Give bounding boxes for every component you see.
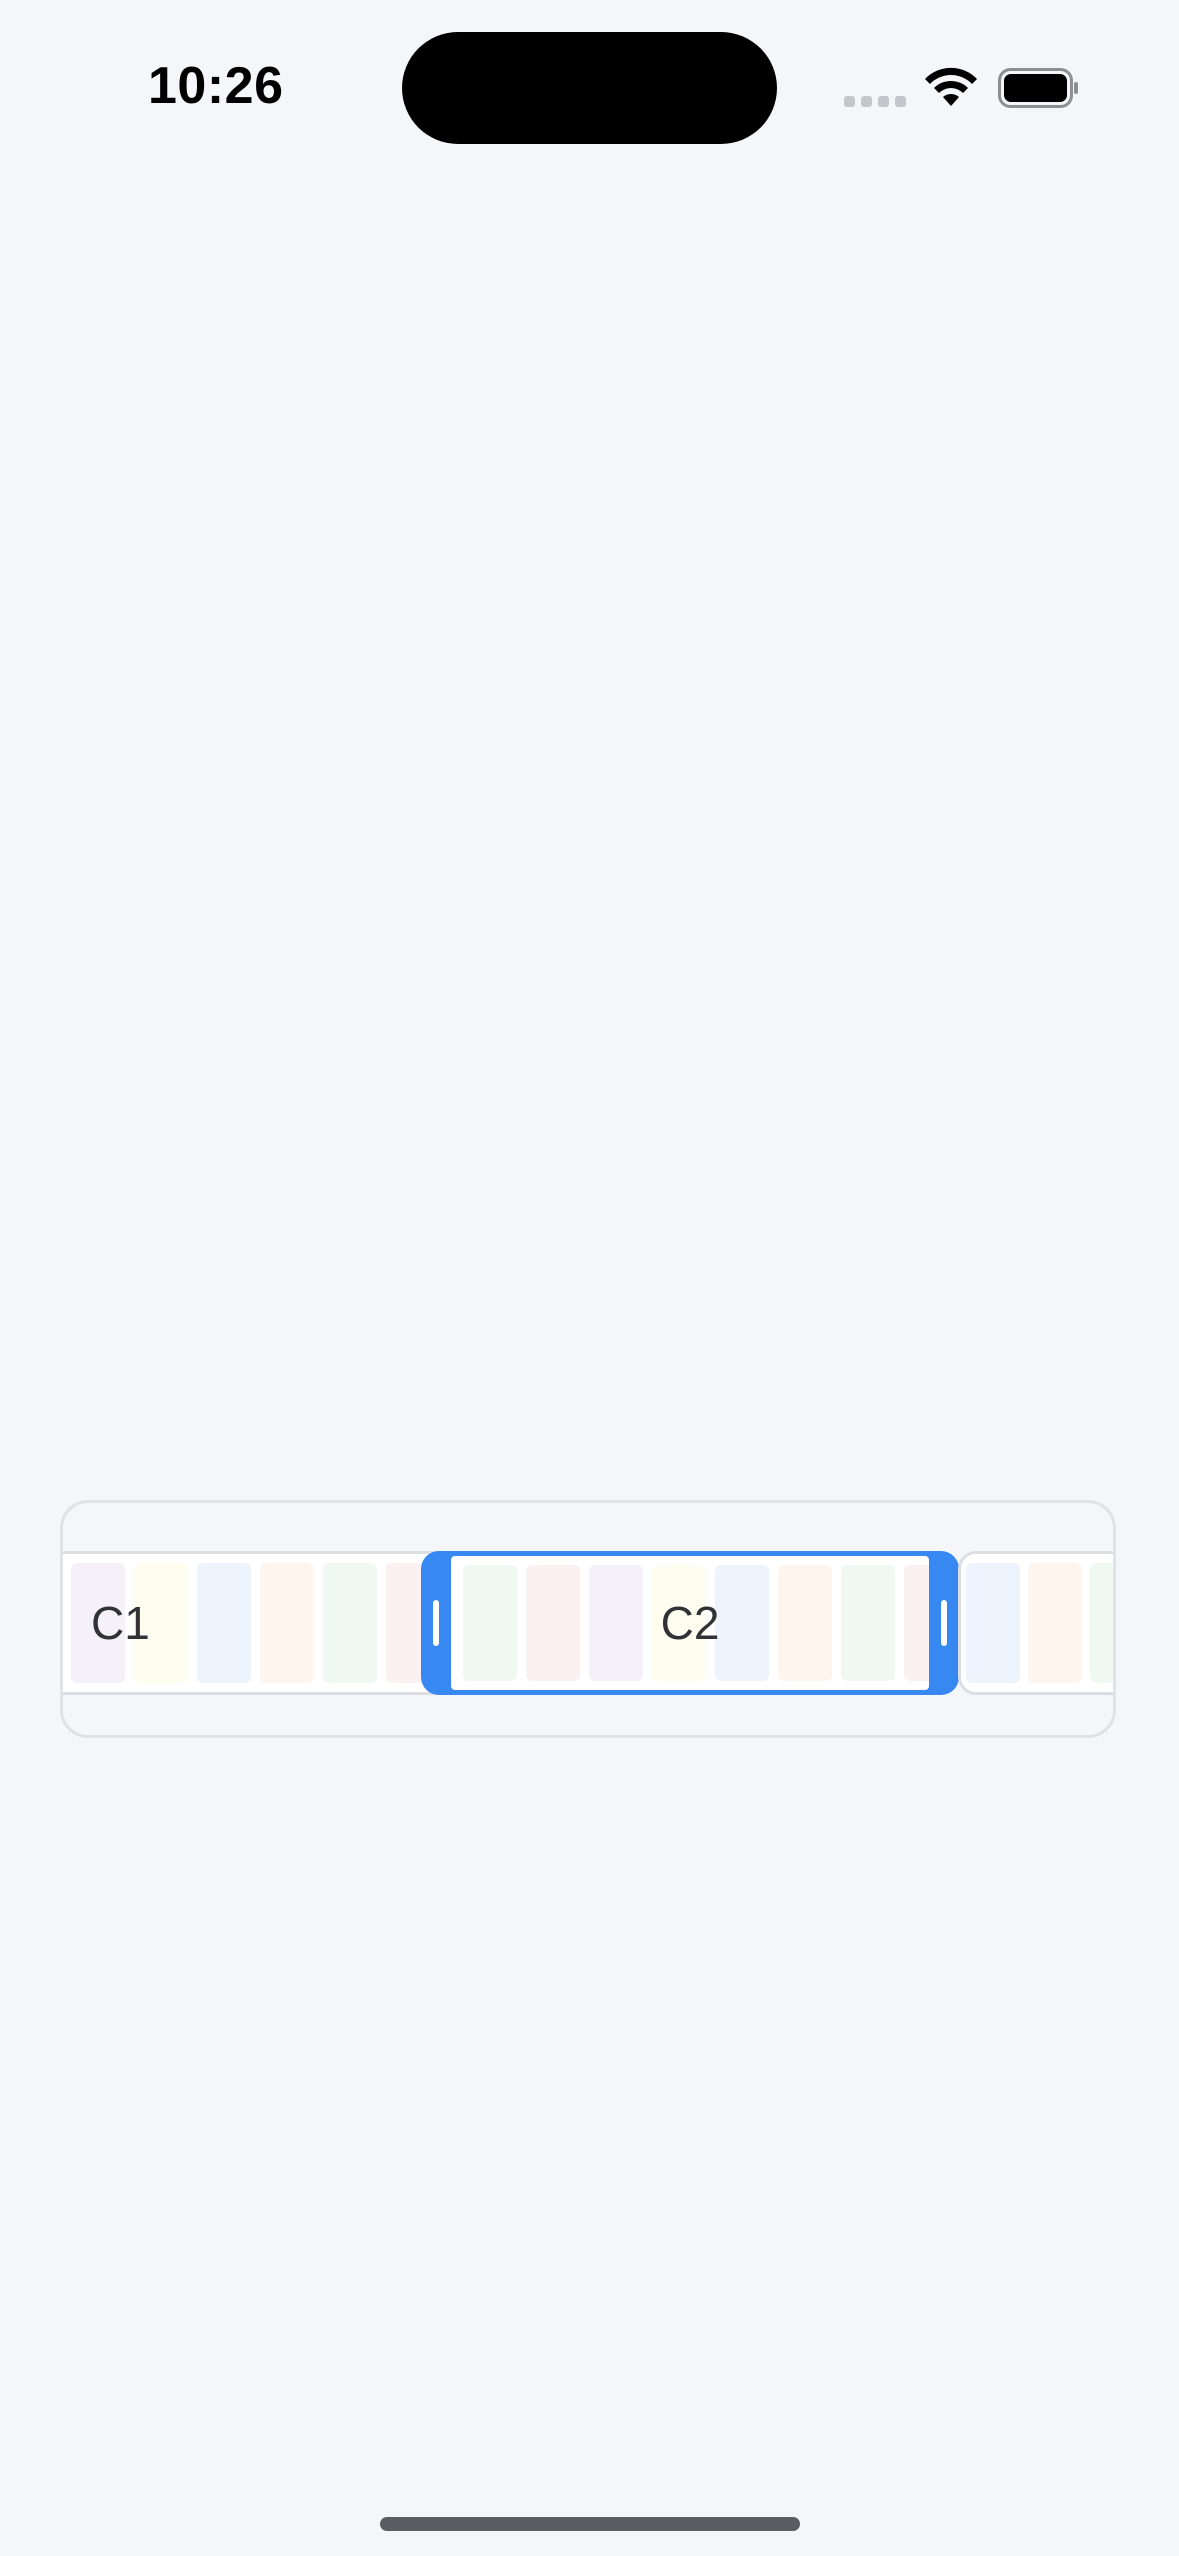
dynamic-island [402,32,777,144]
trim-handle-left[interactable] [421,1551,451,1695]
cellular-signal-icon [844,96,906,107]
clip-label: C2 [660,1597,720,1649]
thumbnail-frame [1028,1563,1082,1683]
grip-icon [941,1600,947,1646]
thumbnail-frame [197,1563,251,1683]
clip-c3[interactable] [958,1551,1113,1695]
clip-c2-selected[interactable]: C2 [421,1551,959,1695]
trim-handle-right[interactable] [929,1551,959,1695]
wifi-icon [925,67,977,106]
clip-label: C1 [91,1597,150,1649]
thumbnail-frame [1090,1563,1113,1683]
thumbnail-frame [323,1563,377,1683]
status-time: 10:26 [148,57,284,115]
home-indicator[interactable] [380,2517,800,2531]
status-bar: 10:26 [0,0,1179,170]
clip-frames [961,1563,1113,1683]
grip-icon [433,1600,439,1646]
thumbnail-frame [966,1563,1020,1683]
timeline-track[interactable]: C1 C2 [60,1500,1116,1738]
clip-c1[interactable]: C1 [63,1551,481,1695]
thumbnail-frame [260,1563,314,1683]
battery-icon [998,68,1078,108]
clip-c2-content: C2 [451,1556,929,1690]
